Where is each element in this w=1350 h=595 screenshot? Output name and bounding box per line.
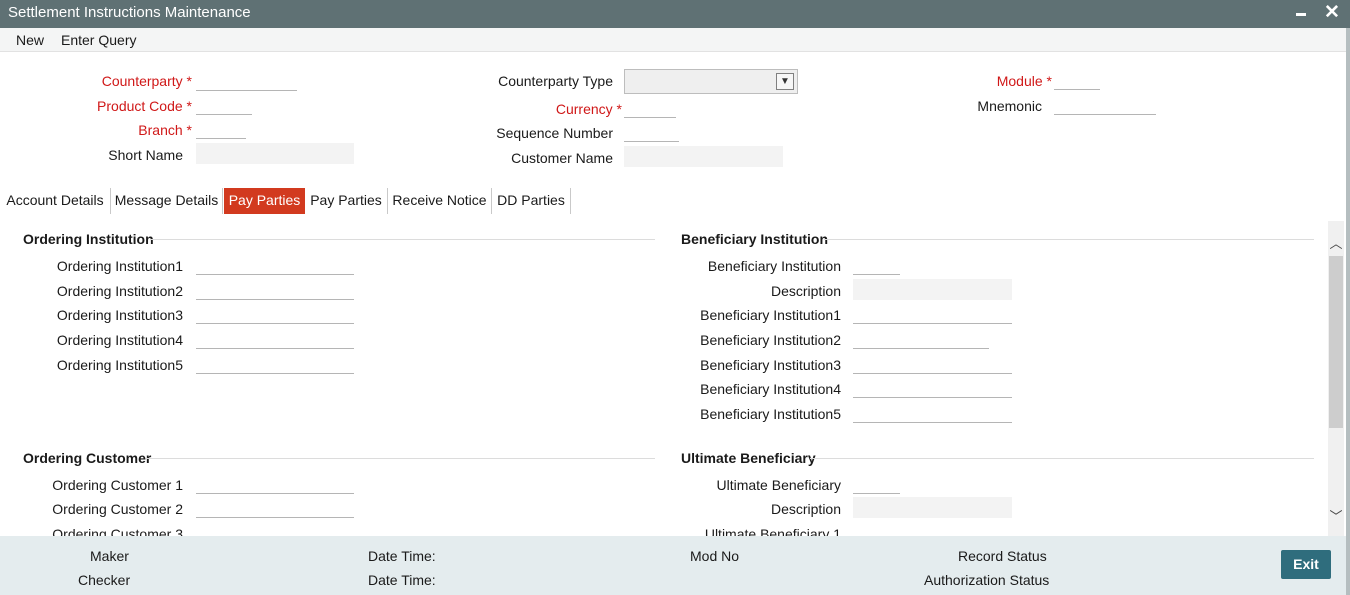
ordering-institution-title: Ordering Institution <box>23 231 154 247</box>
tab-receive-notice[interactable]: Receive Notice <box>388 188 492 214</box>
beneficiary-description-label: Description <box>770 283 841 299</box>
beneficiary-institution1-label: Beneficiary Institution1 <box>700 307 841 323</box>
section-divider <box>150 239 655 240</box>
beneficiary-institution2-field[interactable] <box>853 328 989 349</box>
ordering-institution3-label: Ordering Institution3 <box>56 307 183 323</box>
ordering-institution5-label: Ordering Institution5 <box>56 357 183 373</box>
window-border <box>1346 28 1350 595</box>
ultimate-beneficiary-label: Ultimate Beneficiary <box>716 477 842 493</box>
beneficiary-institution4-field[interactable] <box>853 377 1012 398</box>
sequence-number-label: Sequence Number <box>496 125 613 141</box>
ordering-customer2-field[interactable] <box>196 497 354 518</box>
ultimate-beneficiary-field[interactable] <box>853 473 900 494</box>
tab-account-details[interactable]: Account Details <box>0 188 111 214</box>
beneficiary-institution-title: Beneficiary Institution <box>681 231 829 247</box>
audit-footer: Maker Checker Date Time: Date Time: Mod … <box>0 536 1350 595</box>
module-label: Module * <box>996 73 1052 89</box>
new-menu-item[interactable]: New <box>16 32 44 48</box>
ordering-customer1-field[interactable] <box>196 473 354 494</box>
counterparty-label: Counterparty * <box>101 73 192 89</box>
ordering-customer3-field[interactable] <box>196 522 354 536</box>
section-divider <box>810 458 1314 459</box>
window-title: Settlement Instructions Maintenance <box>8 4 251 21</box>
section-divider <box>824 239 1314 240</box>
beneficiary-institution-field[interactable] <box>853 254 900 275</box>
tab-pay-parties[interactable]: Pay Parties <box>305 188 388 214</box>
branch-label: Branch * <box>138 122 192 138</box>
mnemonic-label: Mnemonic <box>977 98 1042 114</box>
ordering-institution1-field[interactable] <box>196 254 354 275</box>
exit-button[interactable]: Exit <box>1281 550 1331 579</box>
counterparty-type-label: Counterparty Type <box>498 73 613 89</box>
beneficiary-institution5-label: Beneficiary Institution5 <box>700 406 841 422</box>
ordering-customer3-label: Ordering Customer 3 <box>52 526 183 536</box>
enter-query-menu-item[interactable]: Enter Query <box>61 32 136 48</box>
beneficiary-institution-label: Beneficiary Institution <box>707 258 841 274</box>
ordering-institution4-field[interactable] <box>196 328 354 349</box>
section-divider <box>146 458 655 459</box>
chevron-down-icon[interactable]: ﹀ <box>1328 506 1344 524</box>
ultimate-beneficiary-title: Ultimate Beneficiary <box>681 450 816 466</box>
scrollbar-thumb[interactable] <box>1329 256 1343 428</box>
ordering-institution5-field[interactable] <box>196 353 354 374</box>
tab-dd-parties[interactable]: DD Parties <box>492 188 571 214</box>
chevron-down-icon[interactable]: ▼ <box>776 73 794 90</box>
currency-label: Currency * <box>555 101 622 117</box>
ordering-institution2-label: Ordering Institution2 <box>56 283 183 299</box>
beneficiary-institution2-label: Beneficiary Institution2 <box>700 332 841 348</box>
checker-label: Checker <box>78 572 131 588</box>
authorization-status-label: Authorization Status <box>924 572 1050 588</box>
sequence-number-field[interactable] <box>624 121 679 142</box>
menu-bar: New Enter Query <box>0 28 1350 52</box>
beneficiary-description-field <box>853 279 1012 300</box>
product-code-field[interactable] <box>196 94 252 115</box>
tab-message-details[interactable]: Message Details <box>111 188 223 214</box>
beneficiary-institution5-field[interactable] <box>853 402 1012 423</box>
close-icon[interactable]: ✕ <box>1323 3 1341 23</box>
checker-date-time-label: Date Time: <box>368 572 436 588</box>
record-status-label: Record Status <box>958 548 1047 564</box>
minimize-icon[interactable] <box>1293 5 1309 21</box>
maker-date-time-label: Date Time: <box>368 548 436 564</box>
ultimate-description-label: Description <box>770 501 841 517</box>
ordering-customer1-label: Ordering Customer 1 <box>52 477 183 493</box>
beneficiary-institution4-label: Beneficiary Institution4 <box>700 381 841 397</box>
short-name-field <box>196 143 354 164</box>
branch-field[interactable] <box>196 118 246 139</box>
ultimate-beneficiary1-label: Ultimate Beneficiary 1 <box>704 526 841 536</box>
window-titlebar: Settlement Instructions Maintenance ✕ <box>0 0 1350 28</box>
ordering-institution4-label: Ordering Institution4 <box>56 332 183 348</box>
ordering-customer-title: Ordering Customer <box>23 450 152 466</box>
ordering-customer2-label: Ordering Customer 2 <box>52 501 183 517</box>
beneficiary-institution1-field[interactable] <box>853 303 1012 324</box>
short-name-label: Short Name <box>108 147 183 163</box>
chevron-up-icon[interactable]: ︿ <box>1328 233 1344 251</box>
tab-content: Ordering Institution Ordering Institutio… <box>0 221 1350 536</box>
counterparty-type-select[interactable]: ▼ <box>624 69 798 94</box>
maker-label: Maker <box>90 548 129 564</box>
counterparty-field[interactable] <box>196 70 297 91</box>
ordering-institution3-field[interactable] <box>196 303 354 324</box>
ordering-institution1-label: Ordering Institution1 <box>56 258 183 274</box>
customer-name-label: Customer Name <box>511 150 613 166</box>
product-code-label: Product Code * <box>97 98 192 114</box>
beneficiary-institution3-field[interactable] <box>853 353 1012 374</box>
beneficiary-institution3-label: Beneficiary Institution3 <box>700 357 841 373</box>
mod-no-label: Mod No <box>690 548 740 564</box>
customer-name-field <box>624 146 783 167</box>
ultimate-description-field <box>853 497 1012 518</box>
ordering-institution2-field[interactable] <box>196 279 354 300</box>
vertical-scrollbar[interactable]: ︿ ﹀ <box>1328 221 1344 536</box>
currency-field[interactable] <box>624 97 676 118</box>
tab-pay-parties-active[interactable]: Pay Parties <box>224 188 305 214</box>
ultimate-beneficiary1-field[interactable] <box>853 522 1012 536</box>
mnemonic-field[interactable] <box>1054 94 1156 115</box>
module-field[interactable] <box>1054 69 1100 90</box>
